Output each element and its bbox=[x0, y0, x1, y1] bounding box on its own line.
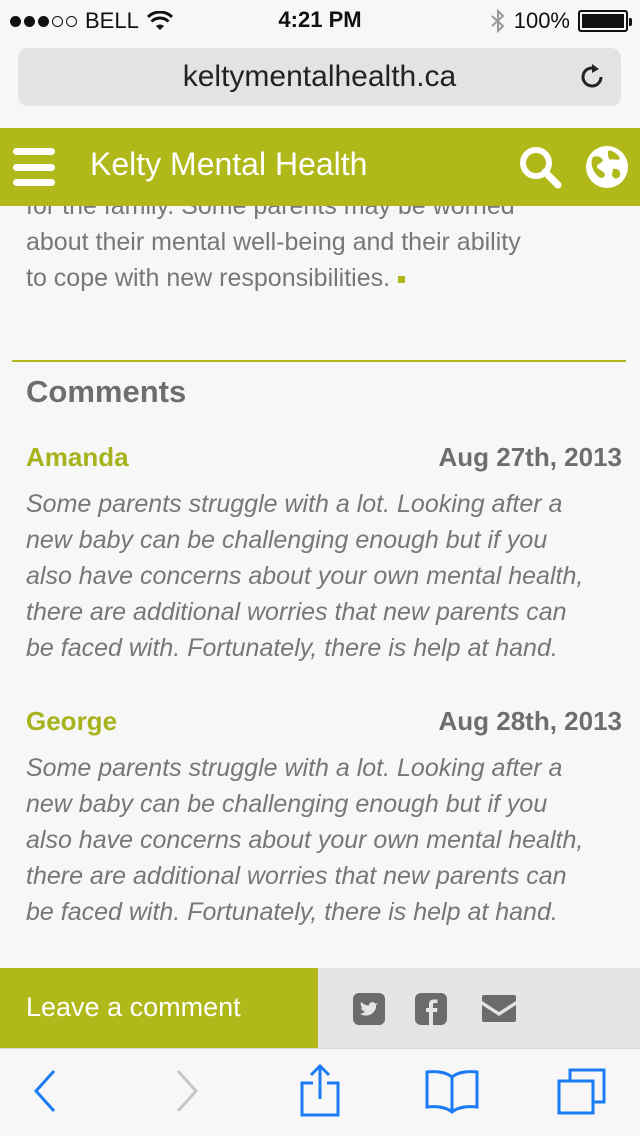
globe-icon[interactable] bbox=[585, 145, 629, 189]
comment-line: be faced with. Fortunately, there is hel… bbox=[26, 898, 558, 926]
battery-icon bbox=[578, 10, 632, 32]
comments-heading: Comments bbox=[26, 374, 187, 409]
url-text[interactable]: keltymentalhealth.ca bbox=[18, 60, 621, 94]
comment-line: new baby can be challenging enough but i… bbox=[26, 790, 548, 818]
comment: George Aug 28th, 2013 Some parents strug… bbox=[26, 706, 622, 930]
section-divider bbox=[12, 360, 626, 362]
comment-body: Some parents struggle with a lot. Lookin… bbox=[26, 750, 622, 930]
article-text: for the family. Some parents may be worr… bbox=[26, 206, 626, 296]
forward-icon[interactable] bbox=[172, 1067, 202, 1115]
comment-author[interactable]: Amanda bbox=[26, 442, 129, 473]
comment-action-bar: Leave a comment bbox=[0, 968, 640, 1048]
back-icon[interactable] bbox=[30, 1067, 60, 1115]
comment-date: Aug 28th, 2013 bbox=[438, 706, 622, 736]
bookmarks-icon[interactable] bbox=[424, 1069, 480, 1115]
comment-date: Aug 27th, 2013 bbox=[438, 442, 622, 472]
share-icon[interactable] bbox=[298, 1063, 342, 1119]
leave-comment-label: Leave a comment bbox=[26, 992, 241, 1022]
twitter-icon[interactable] bbox=[352, 992, 386, 1026]
comment-line: there are additional worries that new pa… bbox=[26, 598, 567, 626]
article-line: about their mental well-being and their … bbox=[26, 228, 521, 256]
leave-comment-button[interactable]: Leave a comment bbox=[0, 968, 318, 1048]
end-mark-icon bbox=[398, 275, 406, 283]
tabs-icon[interactable] bbox=[556, 1067, 608, 1117]
comment-line: new baby can be challenging enough but i… bbox=[26, 526, 548, 554]
comment-line: also have concerns about your own mental… bbox=[26, 562, 584, 590]
status-bar: BELL 4:21 PM 100% bbox=[0, 0, 640, 40]
comment-header: Amanda Aug 27th, 2013 bbox=[26, 442, 622, 482]
status-right: 100% bbox=[490, 8, 632, 34]
article-line: to cope with new responsibilities. bbox=[26, 260, 626, 296]
comment-line: there are additional worries that new pa… bbox=[26, 862, 567, 890]
hamburger-menu-icon[interactable] bbox=[13, 148, 55, 186]
comment-line: also have concerns about your own mental… bbox=[26, 826, 584, 854]
article-line-text: to cope with new responsibilities. bbox=[26, 264, 391, 292]
comment-line: Some parents struggle with a lot. Lookin… bbox=[26, 754, 563, 782]
comment-header: George Aug 28th, 2013 bbox=[26, 706, 622, 746]
site-header: Kelty Mental Health bbox=[0, 128, 640, 206]
comment-author[interactable]: George bbox=[26, 706, 117, 737]
comment: Amanda Aug 27th, 2013 Some parents strug… bbox=[26, 442, 622, 666]
reload-icon[interactable] bbox=[577, 62, 607, 92]
comment-body: Some parents struggle with a lot. Lookin… bbox=[26, 486, 622, 666]
bluetooth-icon bbox=[491, 9, 505, 33]
address-bar[interactable]: keltymentalhealth.ca bbox=[18, 48, 621, 106]
search-icon[interactable] bbox=[516, 143, 564, 191]
facebook-icon[interactable] bbox=[414, 992, 448, 1026]
page-content: for the family. Some parents may be worr… bbox=[0, 206, 640, 968]
comment-line: Some parents struggle with a lot. Lookin… bbox=[26, 490, 563, 518]
browser-toolbar bbox=[0, 1048, 640, 1136]
comment-line: be faced with. Fortunately, there is hel… bbox=[26, 634, 558, 662]
site-title[interactable]: Kelty Mental Health bbox=[90, 146, 367, 183]
article-line: for the family. Some parents may be worr… bbox=[26, 206, 515, 220]
battery-percentage: 100% bbox=[513, 8, 570, 33]
email-icon[interactable] bbox=[480, 992, 518, 1026]
